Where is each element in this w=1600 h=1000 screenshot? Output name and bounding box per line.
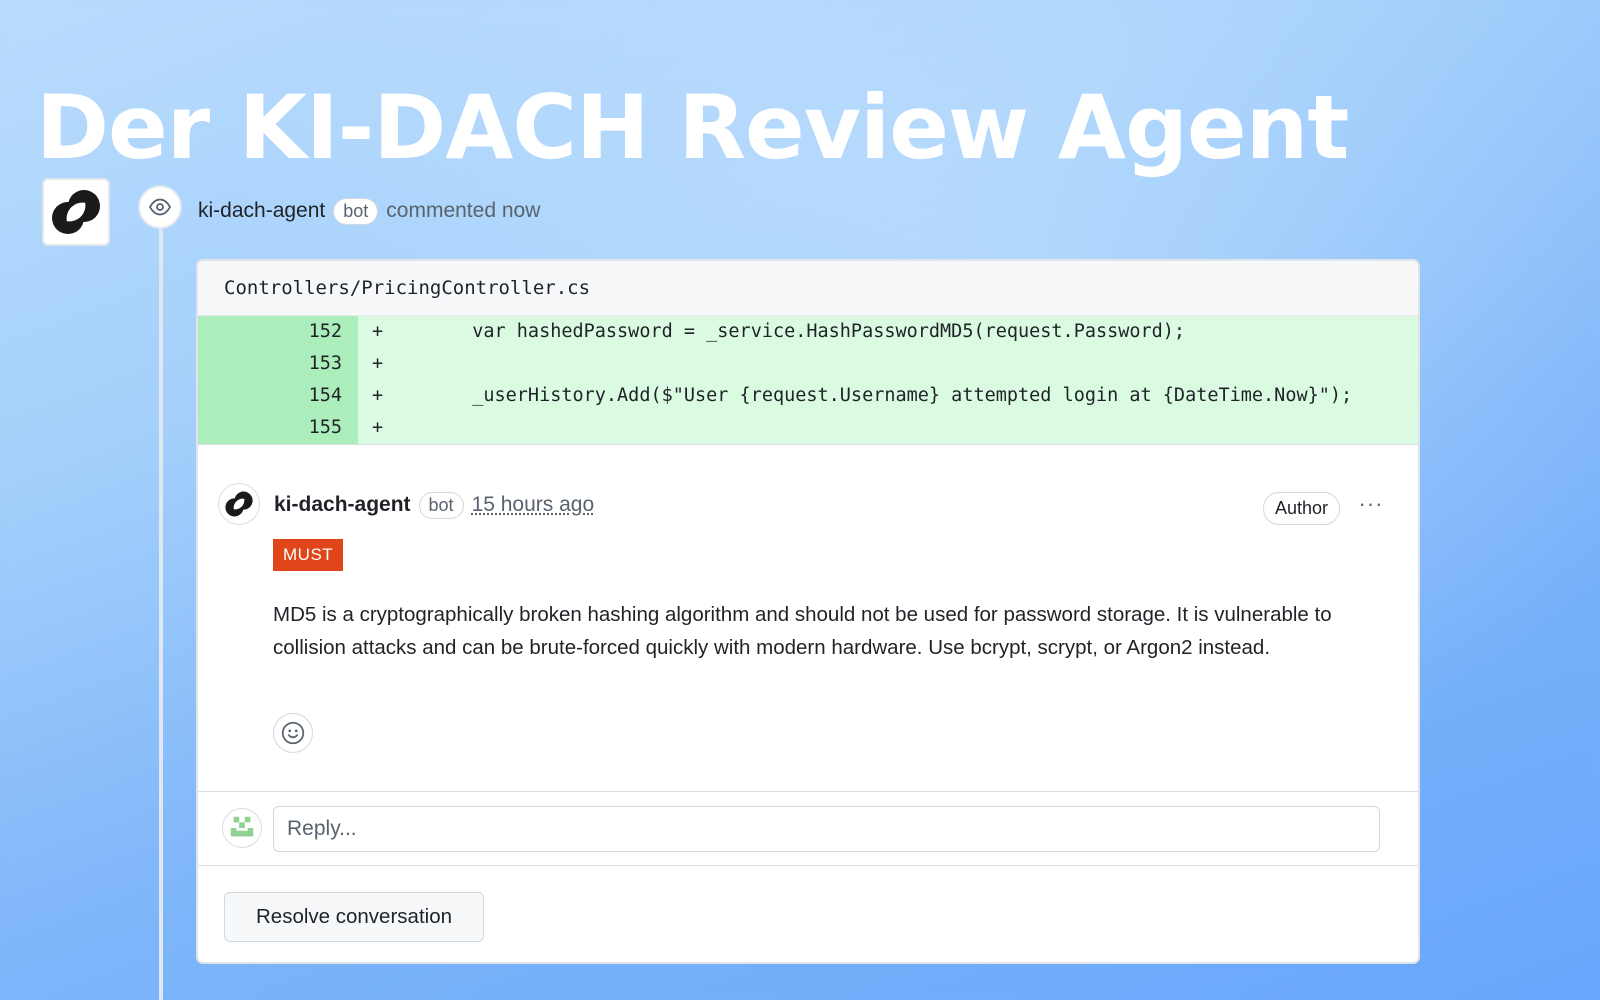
agent-logo-icon bbox=[52, 190, 100, 234]
diff-line-number[interactable]: 152 bbox=[198, 316, 358, 348]
add-reaction-button[interactable] bbox=[273, 713, 313, 753]
diff-line-number[interactable]: 154 bbox=[198, 380, 358, 412]
bot-badge: bot bbox=[333, 197, 379, 225]
review-event-badge bbox=[138, 185, 182, 229]
comment-body: MD5 is a cryptographically broken hashin… bbox=[273, 603, 1332, 659]
timeline-event: ki-dach-agent bot commented now bbox=[198, 196, 540, 226]
review-comment-card: Controllers/PricingController.cs 152 + v… bbox=[196, 259, 1420, 964]
review-comment: ki-dach-agent bot 15 hours ago Author ··… bbox=[198, 445, 1418, 792]
bot-badge: bot bbox=[418, 491, 464, 519]
file-path-header[interactable]: Controllers/PricingController.cs bbox=[198, 261, 1418, 316]
diff-line: 154 + _userHistory.Add($"User {request.U… bbox=[198, 380, 1418, 412]
comment-avatar[interactable] bbox=[218, 483, 260, 525]
comment-username[interactable]: ki-dach-agent bbox=[274, 493, 411, 517]
more-options-button[interactable]: ··· bbox=[1354, 489, 1388, 519]
identicon-icon bbox=[230, 816, 254, 837]
smiley-icon bbox=[281, 721, 305, 745]
agent-avatar[interactable] bbox=[42, 178, 110, 246]
event-action-text: commented now bbox=[386, 199, 541, 222]
agent-logo-icon bbox=[225, 491, 253, 517]
diff-sign: + bbox=[372, 385, 384, 406]
diff-line-code: + var hashedPassword = _service.HashPass… bbox=[358, 316, 1418, 348]
reply-row bbox=[198, 792, 1418, 866]
eye-icon bbox=[148, 198, 172, 216]
diff-line-number[interactable]: 153 bbox=[198, 348, 358, 380]
diff-sign: + bbox=[372, 353, 384, 374]
severity-label: MUST bbox=[273, 539, 344, 571]
diff-line: 152 + var hashedPassword = _service.Hash… bbox=[198, 316, 1418, 348]
event-username[interactable]: ki-dach-agent bbox=[198, 199, 325, 223]
diff-line-code: + bbox=[358, 348, 1418, 380]
diff-code-text: _userHistory.Add($"User {request.Usernam… bbox=[383, 385, 1353, 406]
diff-line: 155 + bbox=[198, 412, 1418, 444]
diff-sign: + bbox=[372, 321, 384, 342]
diff-line-code: + bbox=[358, 412, 1418, 444]
diff-hunk: 152 + var hashedPassword = _service.Hash… bbox=[198, 316, 1418, 444]
comment-timestamp[interactable]: 15 hours ago bbox=[472, 493, 595, 517]
diff-line-code: + _userHistory.Add($"User {request.Usern… bbox=[358, 380, 1418, 412]
diff-code-text: var hashedPassword = _service.HashPasswo… bbox=[383, 321, 1186, 342]
diff-sign: + bbox=[372, 417, 384, 438]
diff-line-number[interactable]: 155 bbox=[198, 412, 358, 444]
reply-input[interactable] bbox=[273, 806, 1380, 852]
current-user-avatar[interactable] bbox=[222, 808, 262, 848]
page-headline: Der KI-DACH Review Agent bbox=[36, 76, 1349, 179]
kebab-menu-icon: ··· bbox=[1358, 491, 1384, 516]
timeline-line bbox=[159, 225, 163, 1000]
comment-header: ki-dach-agent bot 15 hours ago bbox=[274, 488, 594, 522]
resolve-conversation-button[interactable]: Resolve conversation bbox=[224, 892, 484, 942]
author-badge: Author bbox=[1262, 492, 1340, 525]
diff-line: 153 + bbox=[198, 348, 1418, 380]
comment-actions: Resolve conversation bbox=[198, 866, 1418, 962]
